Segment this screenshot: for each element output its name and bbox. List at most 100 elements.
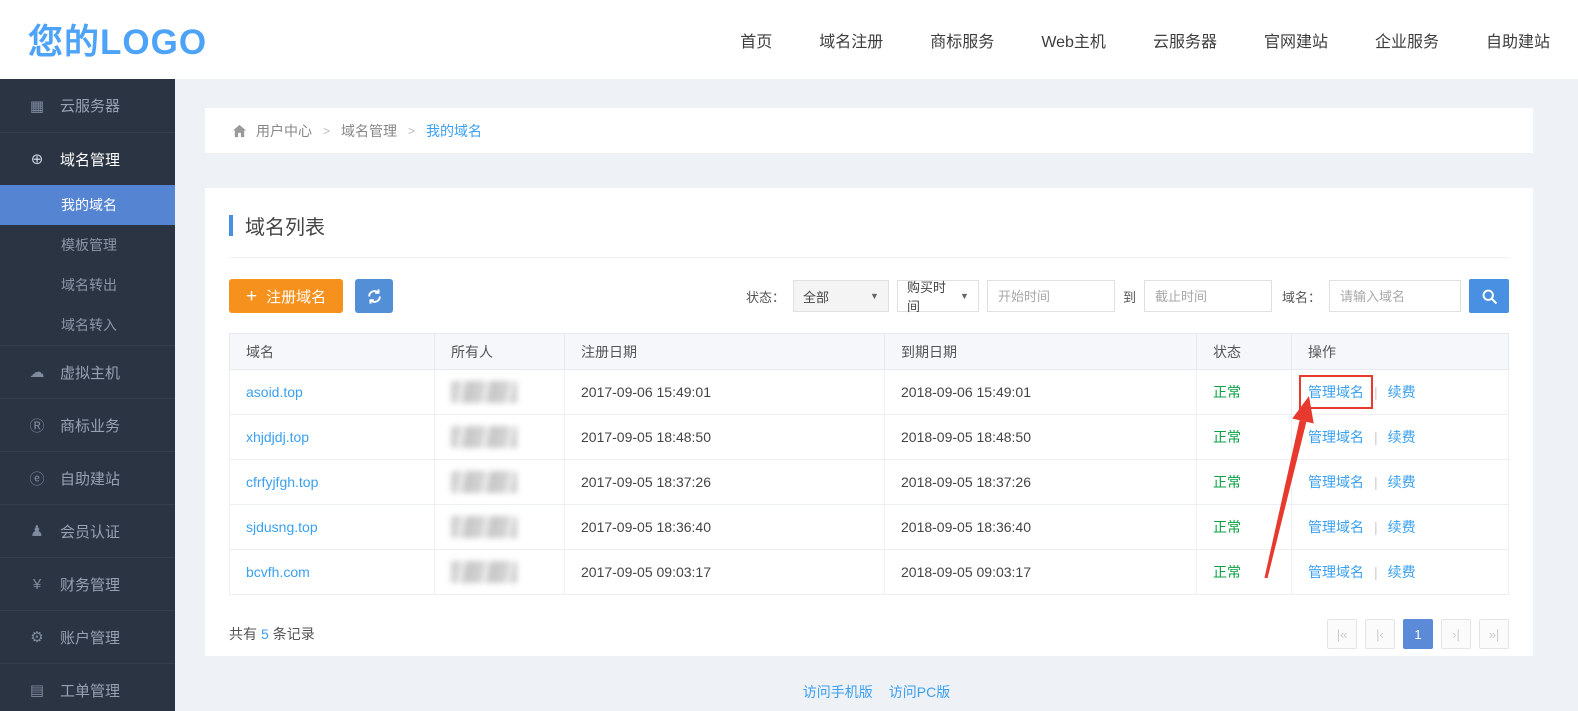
search-button[interactable] [1469,279,1509,313]
domain-link[interactable]: sjdusng.top [246,519,318,535]
sidebar-item-label: 账户管理 [60,627,120,648]
sidebar-item-label: 自助建站 [60,468,120,489]
renew-link[interactable]: 续费 [1388,384,1416,400]
footer-link[interactable]: 访问手机版 [803,684,873,700]
table-row: cfrfyjfgh.top2017-09-05 18:37:262018-09-… [230,460,1509,505]
record-count-number: 5 [261,626,269,642]
actions-cell: 管理域名|续费 [1292,550,1509,595]
status-cell: 正常 [1197,370,1292,415]
table-footer: 共有5条记录 |«|‹1›|»| [229,619,1509,649]
chevron-down-icon: ▼ [870,291,879,301]
actions-cell: 管理域名 | 续费 [1292,415,1509,460]
pagination: |« |‹ 1 ›| »| [1327,619,1509,649]
sidebar-item[interactable]: Ⓡ商标业务 [0,398,175,451]
end-time-input[interactable] [1144,280,1272,312]
time-type-value: 购买时间 [907,277,955,315]
sidebar-item[interactable]: ♟会员认证 [0,504,175,557]
owner-masked-value [451,381,517,403]
nav-item[interactable]: 企业服务 [1375,28,1439,52]
page-button[interactable]: |« [1327,619,1357,649]
sidebar-item[interactable]: 域名转出 [0,265,175,305]
page-button[interactable]: 1 [1403,619,1433,649]
sidebar-item[interactable]: 域名转入 [0,305,175,345]
domain-search-input[interactable] [1329,280,1461,312]
sidebar-item[interactable]: ¥财务管理 [0,557,175,610]
manage-domain-link-highlighted[interactable]: 管理域名 [1308,384,1364,400]
nav-item[interactable]: Web主机 [1041,28,1106,52]
main-panel: 域名列表 + 注册域名 状态： 全部 ▼ 购买时间 ▼ [205,188,1533,656]
breadcrumb-item[interactable]: 用户中心 [256,121,312,141]
domain-link[interactable]: asoid.top [246,384,303,400]
sidebar-item[interactable]: 模板管理 [0,225,175,265]
registered-date-cell: 2017-09-05 18:36:40 [565,505,885,550]
owner-cell [435,505,565,550]
breadcrumb-separator: > [323,124,330,138]
owner-masked-value [451,516,517,538]
site-logo[interactable]: 您的LOGO [28,14,207,65]
domain-link[interactable]: bcvfh.com [246,564,310,580]
register-domain-label: 注册域名 [266,286,326,307]
status-badge: 正常 [1213,564,1241,580]
nav-item[interactable]: 商标服务 [930,28,994,52]
sidebar-item[interactable]: ⓔ自助建站 [0,451,175,504]
manage-domain-link[interactable]: 管理域名 [1308,519,1364,535]
sidebar-item[interactable]: ⚙ 账户管理 [0,610,175,663]
manage-domain-link[interactable]: 管理域名 [1308,474,1364,490]
sidebar-item[interactable]: ▦云服务器 [0,79,175,132]
page-title: 域名列表 [245,211,325,240]
domain-cell: bcvfh.com [230,550,435,595]
sidebar-item-label: 域名转出 [61,275,117,295]
sidebar-item[interactable]: ▤工单管理 [0,663,175,711]
sidebar-item-label: 我的域名 [61,195,117,215]
renew-link[interactable]: 续费 [1388,564,1416,580]
settings-gear-icon: ⚙ [27,628,47,646]
table-body: asoid.top2017-09-06 15:49:012018-09-06 1… [230,370,1509,595]
action-separator: | [1374,429,1378,445]
start-time-input[interactable] [987,280,1115,312]
table-row: sjdusng.top2017-09-05 18:36:402018-09-05… [230,505,1509,550]
nav-item[interactable]: 自助建站 [1486,28,1550,52]
page-button[interactable]: ›| [1441,619,1471,649]
time-type-select[interactable]: 购买时间 ▼ [897,280,979,312]
domain-link[interactable]: xhjdjdj.top [246,429,309,445]
footer-link[interactable]: 访问PC版 [889,684,950,700]
manage-domain-link[interactable]: 管理域名 [1308,564,1364,580]
nav-item[interactable]: 域名注册 [819,28,883,52]
status-cell: 正常 [1197,505,1292,550]
manage-domain-link[interactable]: 管理域名 [1308,429,1364,445]
owner-cell [435,370,565,415]
breadcrumb-item[interactable]: 域名管理 [341,121,397,141]
expire-date-cell: 2018-09-05 09:03:17 [885,550,1197,595]
renew-link[interactable]: 续费 [1388,429,1416,445]
refresh-button[interactable] [355,279,393,313]
nav-item[interactable]: 官网建站 [1264,28,1328,52]
renew-link[interactable]: 续费 [1388,519,1416,535]
status-select[interactable]: 全部 ▼ [793,280,889,312]
register-domain-button[interactable]: + 注册域名 [229,279,343,313]
member-auth-icon: ♟ [27,522,47,540]
sidebar-item[interactable]: 我的域名 [0,185,175,225]
filter-bar: 状态： 全部 ▼ 购买时间 ▼ 到 域名： [746,279,1509,313]
action-separator: | [1374,384,1378,400]
table-row: bcvfh.com 2017-09-05 09:03:172018-09-05 0… [230,550,1509,595]
renew-link[interactable]: 续费 [1388,474,1416,490]
registered-date-cell: 2017-09-05 09:03:17 [565,550,885,595]
expire-date-cell: 2018-09-05 18:48:50 [885,415,1197,460]
sidebar-item[interactable]: ☁虚拟主机 [0,345,175,398]
nav-item[interactable]: 云服务器 [1153,28,1217,52]
actions-cell: 管理域名|续费 [1292,505,1509,550]
page-button[interactable]: |‹ [1365,619,1395,649]
domain-globe-icon: ⊕ [27,150,47,168]
sidebar-item[interactable]: ⊕域名管理 [0,132,175,185]
owner-cell [435,460,565,505]
page-button[interactable]: »| [1479,619,1509,649]
status-badge: 正常 [1213,474,1241,490]
owner-masked-value [451,471,517,493]
breadcrumb-card: 用户中心>域名管理>我的域名 [205,108,1533,153]
owner-cell [435,550,565,595]
domain-link[interactable]: cfrfyjfgh.top [246,474,318,490]
breadcrumb: 用户中心>域名管理>我的域名 [256,121,482,141]
column-header: 操作 [1292,334,1509,370]
breadcrumb-item[interactable]: 我的域名 [426,121,482,141]
nav-item[interactable]: 首页 [740,28,772,52]
